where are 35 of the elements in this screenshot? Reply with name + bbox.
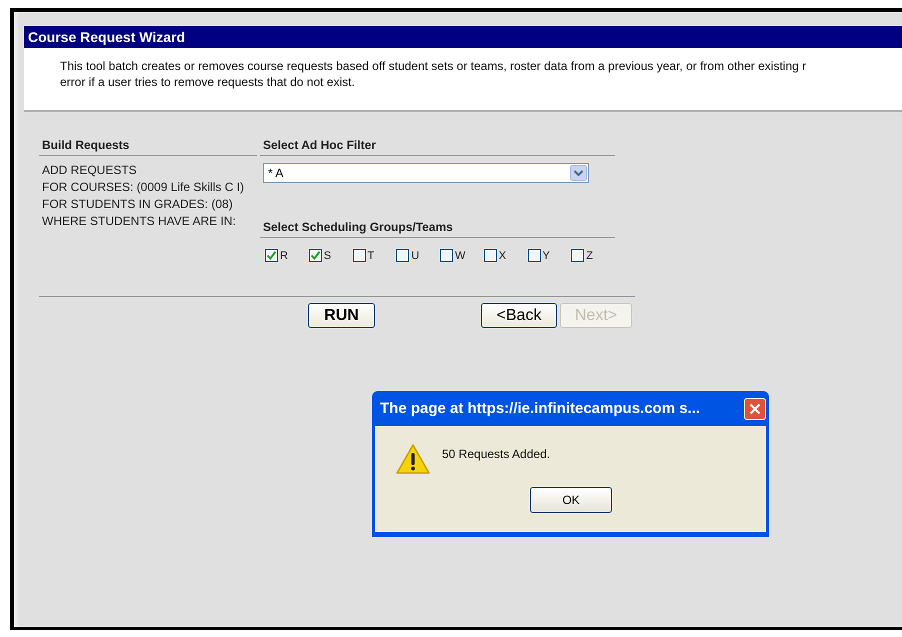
checkbox-label: S	[324, 251, 332, 262]
checkbox-label: W	[455, 251, 466, 262]
ok-button[interactable]: OK	[530, 487, 612, 513]
checkbox-label: T	[368, 251, 374, 262]
request-summary-line: ADD REQUESTS	[42, 162, 138, 179]
close-button[interactable]	[744, 398, 766, 420]
section-heading: Select Ad Hoc Filter	[260, 138, 615, 156]
checkbox-label: X	[498, 251, 506, 262]
checkbox-label: Z	[586, 251, 593, 262]
request-summary-line: FOR COURSES: (0009 Life Skills C I)	[42, 179, 246, 196]
checkbox[interactable]	[352, 249, 366, 262]
description-text: This tool batch creates or removes course requests based off student sets or teams, roster data from a previous year, or from other existing r	[60, 58, 808, 74]
filter-dropdown[interactable]: * A	[263, 163, 589, 183]
request-summary-line: WHERE STUDENTS HAVE ARE IN:	[42, 213, 237, 230]
checkbox-label: U	[411, 251, 420, 262]
checkbox[interactable]	[484, 249, 497, 262]
checkbox[interactable]	[265, 249, 278, 262]
checkbox[interactable]	[440, 249, 453, 262]
dialog-title: The page at https://ie.infinitecampus.com s...	[380, 400, 700, 417]
checkbox[interactable]	[308, 249, 322, 262]
description-text: error if a user tries to remove requests that do not exist.	[60, 74, 356, 90]
checkbox-label: Y	[542, 251, 550, 262]
checkbox-label: R	[280, 251, 288, 262]
run-button[interactable]: RUN	[308, 303, 375, 328]
nav-button[interactable]: <Back	[481, 303, 557, 328]
checkbox[interactable]	[396, 249, 410, 262]
section-heading: Select Scheduling Groups/Teams	[260, 220, 615, 238]
wizard-title: Course Request Wizard	[28, 29, 186, 45]
checkbox[interactable]	[571, 249, 584, 262]
close-icon[interactable]	[749, 402, 761, 414]
checkbox[interactable]	[528, 249, 540, 262]
request-summary-line: FOR STUDENTS IN GRADES: (08)	[42, 196, 234, 213]
dialog-message: 50 Requests Added.	[442, 447, 550, 461]
section-heading: Build Requests	[39, 138, 257, 156]
warning-icon	[395, 443, 431, 475]
